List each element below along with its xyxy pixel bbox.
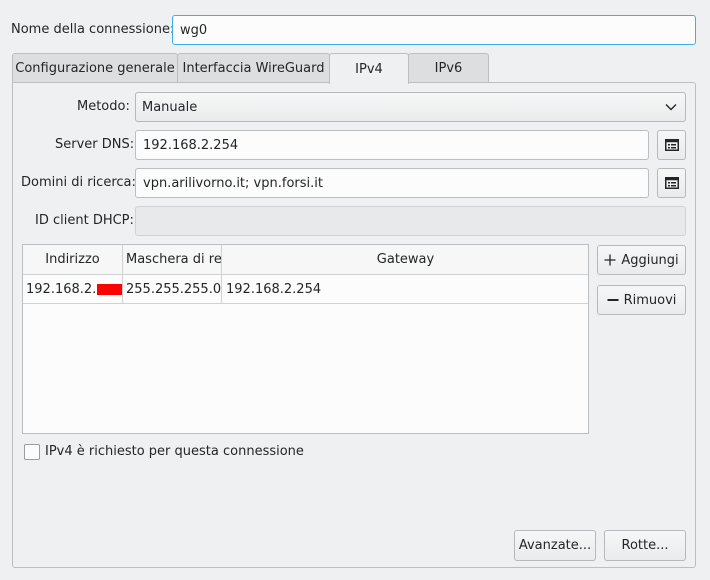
connection-name-input[interactable]: wg0: [172, 15, 696, 45]
minus-icon: [607, 294, 619, 306]
chevron-down-icon: [665, 103, 677, 111]
dhcp-client-id-input: [135, 206, 686, 236]
search-domains-label: Domini di ricerca:: [21, 175, 136, 190]
column-header-netmask[interactable]: Maschera di ret: [123, 245, 222, 275]
advanced-label: Avanzate...: [518, 538, 592, 553]
gateway-cell[interactable]: 192.168.2.254: [222, 275, 588, 304]
column-header-address[interactable]: Indirizzo: [23, 245, 123, 275]
tab-ipv4[interactable]: IPv4: [329, 53, 409, 84]
method-label: Metodo:: [77, 99, 130, 114]
add-address-button[interactable]: Aggiungi: [597, 245, 686, 275]
ipv4-required-label[interactable]: IPv4 è richiesto per questa connessione: [45, 444, 304, 460]
tab-ipv6[interactable]: IPv6: [408, 53, 489, 83]
list-edit-icon: [664, 177, 679, 189]
ipv4-required-checkbox[interactable]: [24, 444, 40, 460]
redaction-mark: [97, 283, 122, 295]
tab-label: IPv4: [355, 61, 383, 77]
method-select[interactable]: Manuale: [135, 92, 686, 122]
dns-value: 192.168.2.254: [143, 137, 239, 153]
list-edit-icon: [664, 139, 679, 151]
tab-label: Configurazione generale: [15, 61, 175, 76]
dhcp-client-id-label: ID client DHCP:: [35, 213, 134, 228]
address-table[interactable]: Indirizzo Maschera di ret Gateway 192.16…: [22, 244, 589, 434]
tab-wireguard-interface[interactable]: Interfaccia WireGuard: [177, 53, 330, 83]
column-header-gateway[interactable]: Gateway: [222, 245, 588, 275]
tab-label: IPv6: [434, 61, 463, 76]
routes-label: Rotte...: [621, 538, 669, 553]
dns-edit-button[interactable]: [657, 130, 686, 160]
plus-icon: [604, 254, 616, 266]
remove-label: Rimuovi: [623, 292, 677, 308]
netmask-cell[interactable]: 255.255.255.0: [123, 275, 222, 304]
tab-general-configuration[interactable]: Configurazione generale: [12, 53, 178, 83]
advanced-button[interactable]: Avanzate...: [514, 530, 596, 561]
add-label: Aggiungi: [621, 252, 679, 268]
table-row[interactable]: 192.168.2. 255.255.255.0 192.168.2.254: [23, 275, 588, 304]
search-domains-value: vpn.arilivorno.it; vpn.forsi.it: [143, 175, 323, 191]
method-value: Manuale: [142, 99, 198, 115]
tab-label: Interfaccia WireGuard: [182, 61, 325, 76]
connection-name-value: wg0: [180, 22, 208, 38]
search-domains-edit-button[interactable]: [657, 168, 686, 198]
remove-address-button[interactable]: Rimuovi: [597, 285, 686, 315]
search-domains-input[interactable]: vpn.arilivorno.it; vpn.forsi.it: [135, 168, 649, 198]
dns-label: Server DNS:: [55, 137, 135, 152]
dns-input[interactable]: 192.168.2.254: [135, 130, 649, 160]
connection-name-label: Nome della connessione:: [11, 22, 175, 37]
routes-button[interactable]: Rotte...: [604, 530, 686, 561]
address-cell[interactable]: 192.168.2.: [23, 275, 123, 304]
